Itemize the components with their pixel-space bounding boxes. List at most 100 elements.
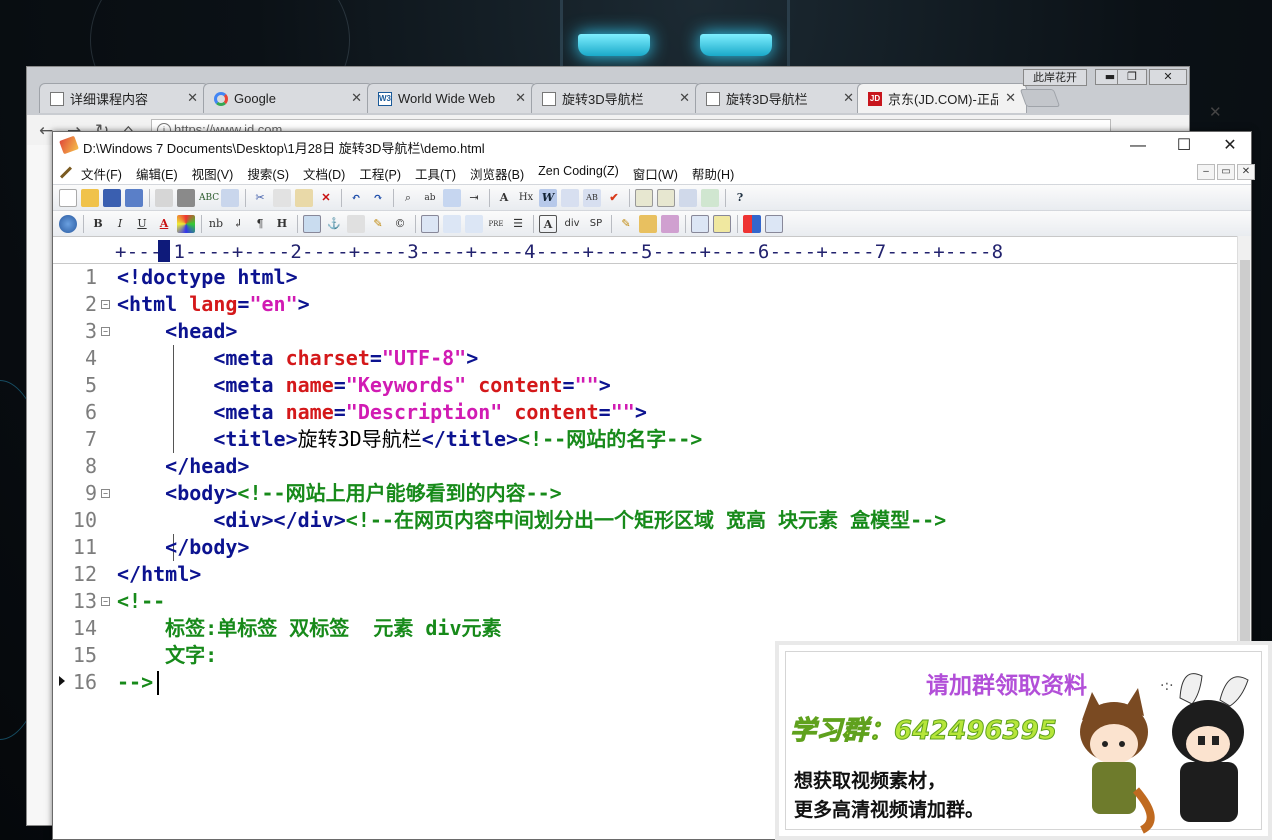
code-line[interactable]: 10 <div></div><!--在网页内容中间划分出一个矩形区域 宽高 块元…: [53, 507, 1237, 534]
close-icon[interactable]: ✕: [1005, 90, 1016, 106]
code-line[interactable]: 11 </body>: [53, 534, 1237, 561]
close-button[interactable]: ✕: [1207, 132, 1253, 160]
menu-item[interactable]: 搜索(S): [247, 164, 289, 183]
code-line[interactable]: 4 <meta charset="UTF-8">: [53, 345, 1237, 372]
open-folder-icon[interactable]: [81, 188, 99, 207]
mdi-minimize-button[interactable]: –: [1197, 164, 1215, 180]
code-line[interactable]: 1 <!doctype html>: [53, 264, 1237, 291]
copyright-icon[interactable]: ©: [391, 215, 409, 233]
minimize-button[interactable]: —: [1115, 132, 1161, 160]
spellcheck-icon[interactable]: ABC: [199, 189, 219, 207]
fold-toggle-icon[interactable]: −: [101, 597, 110, 606]
code-line[interactable]: 13− <!--: [53, 588, 1237, 615]
save-all-icon[interactable]: [125, 188, 143, 207]
palette-icon[interactable]: [743, 214, 761, 233]
output-panel-icon[interactable]: [657, 188, 675, 207]
browser-tab[interactable]: 旋转3D导航栏 ✕: [531, 83, 701, 113]
help-icon[interactable]: ?: [731, 189, 749, 207]
heading-icon[interactable]: Hx: [517, 189, 535, 207]
menu-item[interactable]: 窗口(W): [633, 164, 678, 183]
preview-icon[interactable]: [765, 214, 783, 233]
menu-item[interactable]: 文档(D): [303, 164, 345, 183]
font-color-icon[interactable]: A: [155, 215, 173, 233]
print-preview-icon[interactable]: [155, 188, 173, 207]
find-icon[interactable]: ⌕: [399, 189, 417, 207]
html-toolbar-icon[interactable]: [221, 188, 239, 207]
profile-chip[interactable]: 此岸花开: [1023, 69, 1087, 86]
cut-icon[interactable]: ✂: [251, 189, 269, 207]
close-icon[interactable]: ✕: [351, 90, 362, 106]
close-icon[interactable]: ✕: [515, 90, 526, 106]
table-row-icon[interactable]: [443, 214, 461, 233]
word-wrap-icon[interactable]: W: [539, 188, 557, 207]
code-line[interactable]: 7 <title>旋转3D导航栏</title><!--网站的名字-->: [53, 426, 1237, 453]
code-line[interactable]: 3− <head>: [53, 318, 1237, 345]
delete-icon[interactable]: ✕: [317, 189, 335, 207]
code-line[interactable]: 5 <meta name="Keywords" content="">: [53, 372, 1237, 399]
anchor-icon[interactable]: ⚓: [325, 215, 343, 233]
image-icon[interactable]: [303, 214, 321, 233]
maximize-button[interactable]: ☐: [1161, 132, 1207, 160]
directory-panel-icon[interactable]: [635, 188, 653, 207]
cliptext-icon[interactable]: [679, 188, 697, 207]
align-center-icon[interactable]: [465, 214, 483, 233]
horizontal-rule-icon[interactable]: H: [273, 215, 291, 233]
globe-icon[interactable]: [59, 214, 77, 233]
menu-item[interactable]: 编辑(E): [136, 164, 178, 183]
copy-icon[interactable]: [273, 188, 291, 207]
menu-item[interactable]: 文件(F): [81, 164, 122, 183]
code-line[interactable]: 12 </html>: [53, 561, 1237, 588]
script-icon[interactable]: [713, 214, 731, 233]
paste-icon[interactable]: [295, 188, 313, 207]
line-break-icon[interactable]: ↲: [229, 215, 247, 233]
code-line[interactable]: 6 <meta name="Description" content="">: [53, 399, 1237, 426]
bold-icon[interactable]: B: [89, 215, 107, 233]
style-icon[interactable]: [661, 214, 679, 233]
menu-item[interactable]: 浏览器(B): [470, 164, 524, 183]
mdi-restore-button[interactable]: ▭: [1217, 164, 1235, 180]
redo-icon[interactable]: ↷: [369, 189, 387, 207]
browser-tab[interactable]: Google ✕: [203, 83, 373, 113]
pre-icon[interactable]: PRE: [487, 215, 505, 233]
close-icon[interactable]: ✕: [679, 90, 690, 106]
italic-icon[interactable]: I: [111, 215, 129, 233]
replace-icon[interactable]: ab: [421, 189, 439, 207]
browser-tab[interactable]: 详细课程内容 ✕: [39, 83, 209, 113]
close-button[interactable]: ✕: [1149, 69, 1187, 85]
spell-toggle-icon[interactable]: AB: [583, 188, 601, 207]
paragraph-icon[interactable]: ¶: [251, 215, 269, 233]
fold-toggle-icon[interactable]: −: [101, 327, 110, 336]
code-line[interactable]: 8 </head>: [53, 453, 1237, 480]
underline-icon[interactable]: U: [133, 215, 151, 233]
find-in-files-icon[interactable]: [443, 188, 461, 207]
span-icon[interactable]: SP: [587, 215, 605, 233]
browser-preview-icon[interactable]: [701, 188, 719, 207]
bullet-list-icon[interactable]: ☰: [509, 215, 527, 233]
color-picker-icon[interactable]: [177, 214, 195, 233]
menu-item[interactable]: 工程(P): [359, 164, 401, 183]
close-icon[interactable]: ✕: [843, 90, 854, 106]
print-icon[interactable]: [177, 188, 195, 207]
font-size-icon[interactable]: A: [495, 189, 513, 207]
nbsp-icon[interactable]: nb: [207, 215, 225, 233]
browser-tab[interactable]: W3 World Wide Web ✕: [367, 83, 537, 113]
marker-icon[interactable]: ✎: [369, 215, 387, 233]
undo-icon[interactable]: ↶: [347, 189, 365, 207]
new-file-icon[interactable]: [59, 188, 77, 207]
menu-item[interactable]: 工具(T): [415, 164, 456, 183]
check-icon[interactable]: ✔: [605, 189, 623, 207]
mdi-close-button[interactable]: ✕: [1237, 164, 1255, 180]
menu-item[interactable]: Zen Coding(Z): [538, 164, 619, 183]
menu-item[interactable]: 帮助(H): [692, 164, 734, 183]
div-icon[interactable]: div: [561, 215, 583, 233]
browser-tab[interactable]: 旋转3D导航栏 ✕: [695, 83, 865, 113]
save-icon[interactable]: [103, 188, 121, 207]
code-line[interactable]: 2− <html lang="en">: [53, 291, 1237, 318]
restore-button[interactable]: ❐: [1117, 69, 1147, 85]
font-tag-icon[interactable]: A: [539, 214, 557, 233]
indent-icon[interactable]: [561, 188, 579, 207]
code-line[interactable]: 14 标签:单标签 双标签 元素 div元素: [53, 615, 1237, 642]
menu-item[interactable]: 视图(V): [192, 164, 234, 183]
table-icon[interactable]: [421, 214, 439, 233]
form-icon[interactable]: ✎: [617, 215, 635, 233]
